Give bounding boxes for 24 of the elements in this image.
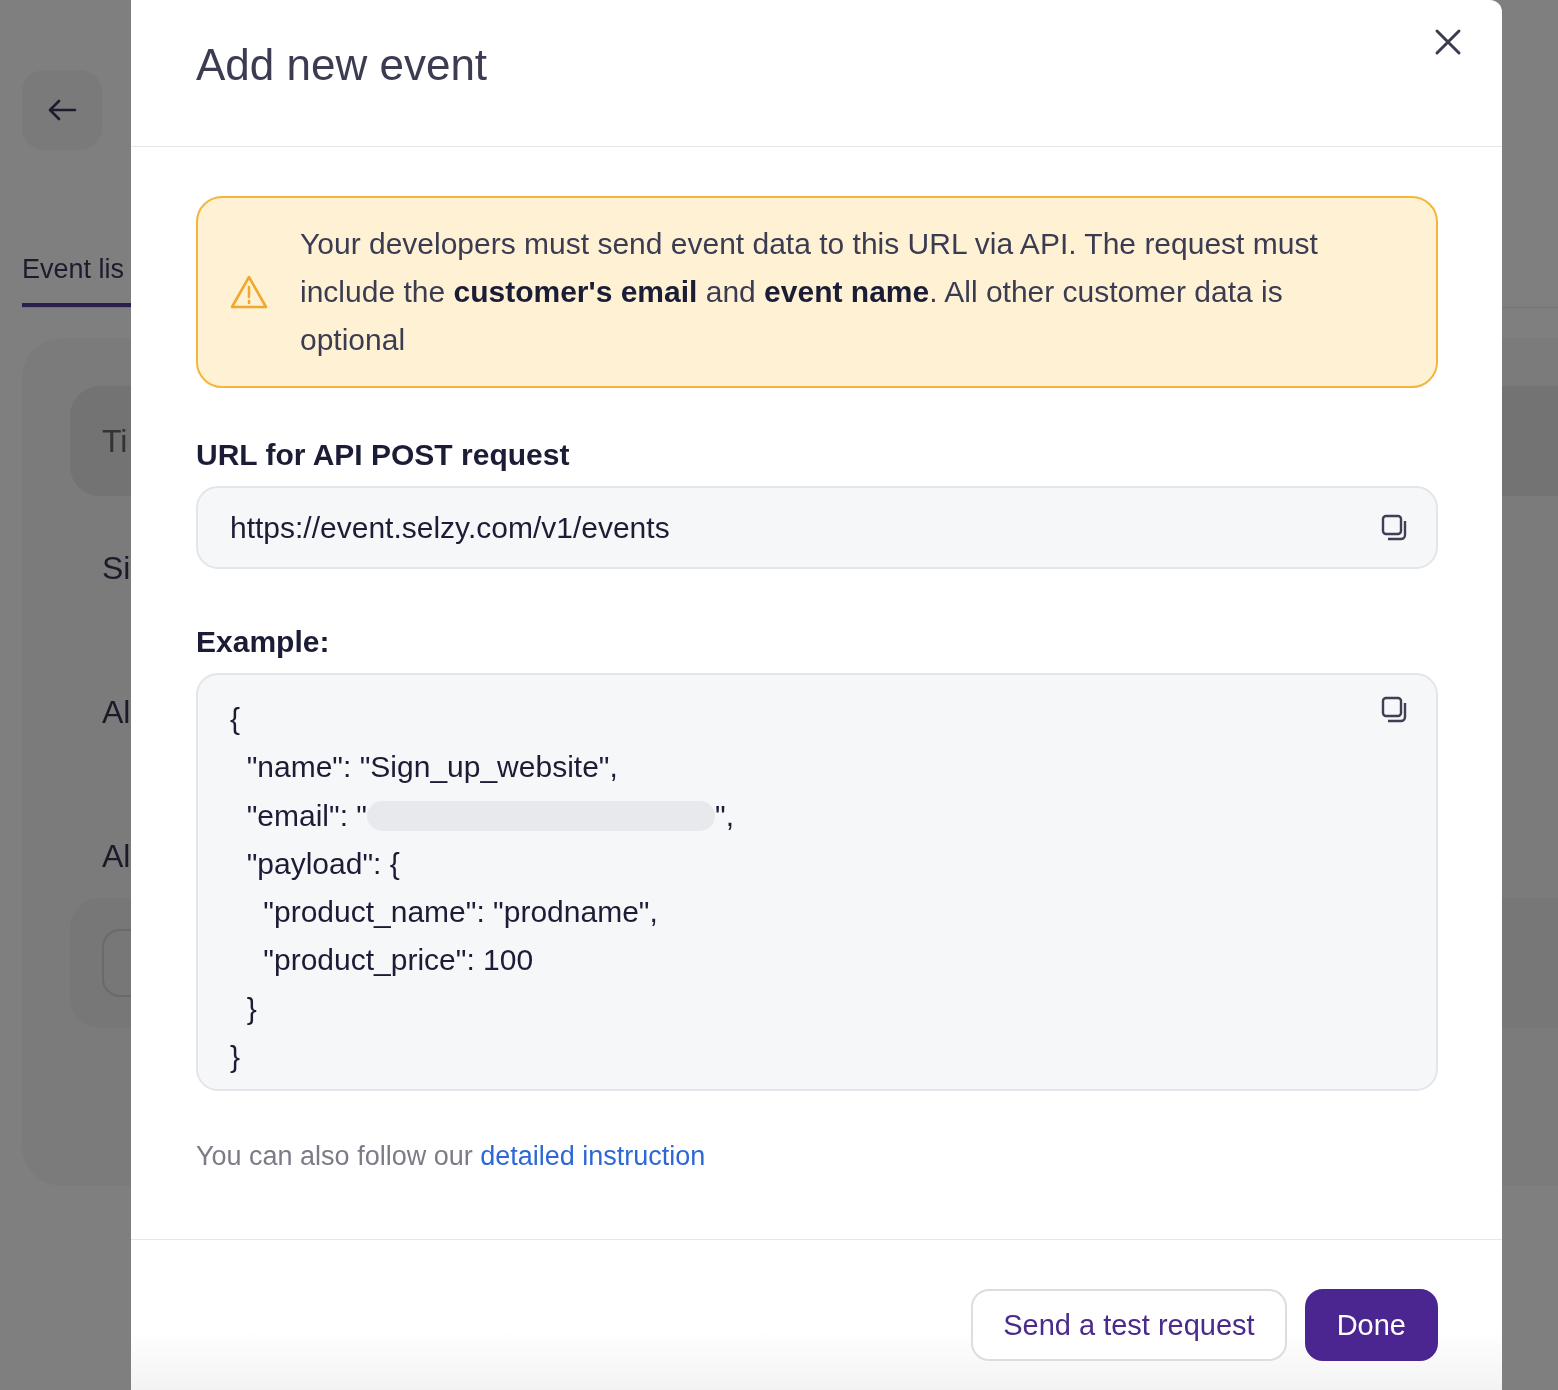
table-cell: Al (102, 693, 131, 731)
code-line: "payload": { (245, 845, 401, 882)
instruction-link[interactable]: detailed instruction (480, 1141, 706, 1171)
close-icon[interactable] (1434, 28, 1462, 56)
code-line: } (245, 990, 258, 1027)
code-line: "product_name": "prodname", (262, 894, 659, 931)
warning-icon (230, 275, 268, 309)
done-button[interactable]: Done (1304, 1289, 1438, 1361)
warning-text: Your developers must send event data to this URL via API. The request must include the customer's email and event name. All other customer data is optional (300, 226, 1319, 358)
code-line: "name": "Sign_up_website", (245, 749, 619, 786)
instruction-note: You can also follow our detailed instruction (196, 1141, 707, 1172)
example-label: Example: (196, 625, 331, 659)
test-request-button[interactable]: Send a test request (971, 1289, 1287, 1361)
dialog-title: Add new event (196, 40, 488, 91)
code-line: "email": " (245, 797, 367, 834)
field-label: URL for API POST request (196, 438, 571, 472)
code-line: { (230, 701, 242, 737)
table-cell: Al (102, 837, 131, 875)
url-field[interactable]: https://event.selzy.com/v1/events (196, 486, 1438, 569)
back-arrow-icon (47, 98, 77, 122)
code-line: "product_price": 100 (262, 942, 535, 979)
table-cell: Si (102, 549, 131, 587)
code-line: ", (715, 797, 734, 834)
code-line: } (230, 1039, 242, 1076)
